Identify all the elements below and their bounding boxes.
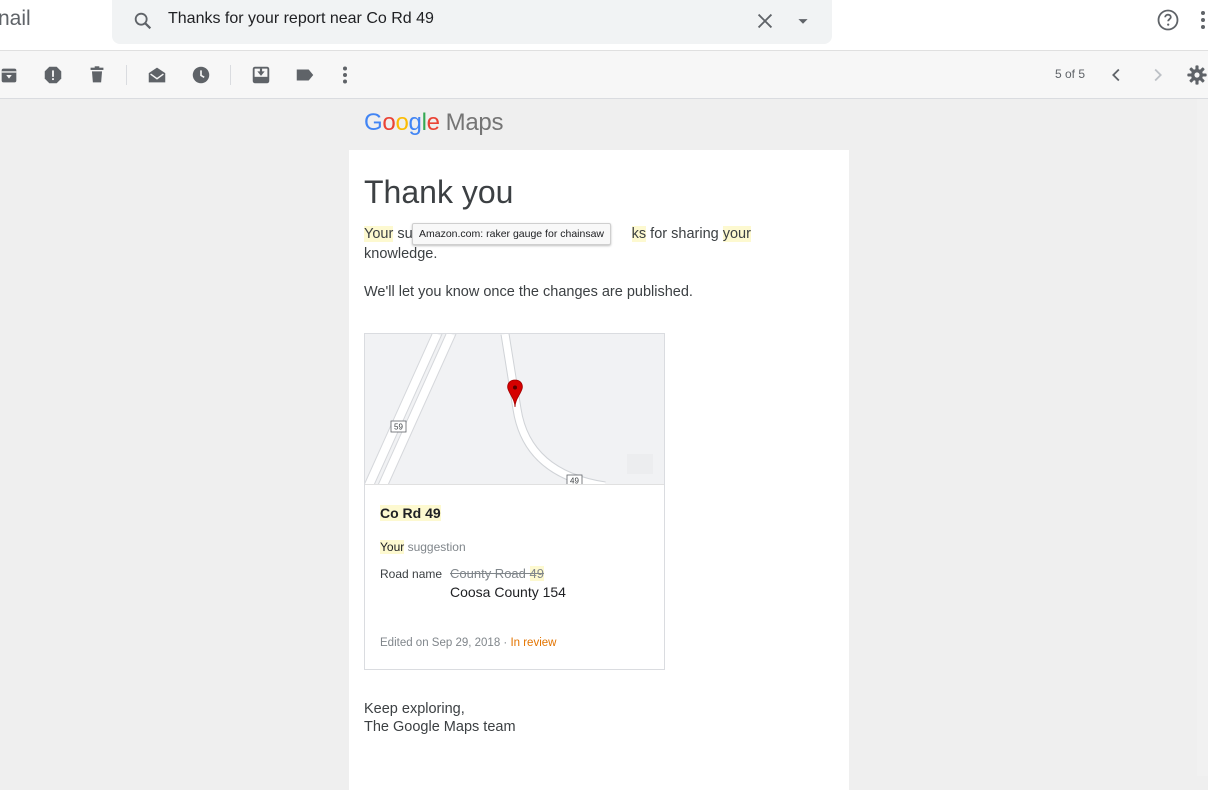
report-spam-icon[interactable] (42, 64, 64, 86)
top-bar: nail Thanks for your report near Co Rd 4… (0, 0, 1208, 51)
road-name-field-label: Road name (380, 567, 443, 581)
road-title-text: Co Rd 49 (380, 505, 441, 521)
more-icon[interactable] (334, 64, 356, 86)
scrollbar[interactable] (1197, 99, 1208, 776)
clear-icon[interactable] (754, 10, 776, 37)
route-59-label: 59 (394, 423, 403, 432)
highlight-your: Your (380, 540, 405, 554)
snooze-icon[interactable] (190, 64, 212, 86)
intro-text-highlight: ks (631, 226, 647, 242)
signoff: Keep exploring, The Google Maps team (364, 700, 516, 736)
help-icon[interactable] (1156, 8, 1180, 37)
gmail-logo-text[interactable]: nail (0, 7, 31, 31)
intro-text: su (393, 226, 413, 242)
intro-text: for sharing (646, 226, 723, 242)
more-vert-icon[interactable] (1198, 8, 1208, 37)
logo-letter: g (408, 109, 422, 136)
logo-letter: o (395, 109, 409, 136)
search-input[interactable]: Thanks for your report near Co Rd 49 (168, 10, 434, 28)
email-card: Thank you Your su ks for sharing your kno… (349, 150, 849, 790)
maps-wordmark: Maps (445, 109, 504, 136)
old-road-number: 49 (529, 566, 544, 581)
email-title: Thank you (364, 174, 514, 210)
delete-icon[interactable] (86, 64, 108, 86)
next-icon[interactable] (1146, 64, 1168, 86)
message-counter: 5 of 5 (1055, 67, 1086, 81)
new-road-name: Coosa County 154 (450, 584, 566, 600)
old-road-name-text: County Road (450, 566, 530, 581)
road-title: Co Rd 49 (380, 505, 441, 521)
mark-unread-icon[interactable] (146, 64, 168, 86)
publish-note: We'll let you know once the changes are … (364, 284, 693, 300)
edit-date: Edited on Sep 29, 2018 · (380, 637, 511, 649)
route-49-label: 49 (570, 477, 579, 485)
google-wordmark: Google (364, 109, 440, 136)
logo-letter: e (426, 109, 440, 136)
highlight-your: your (722, 226, 751, 242)
toolbar-divider (126, 65, 127, 85)
move-to-icon[interactable] (250, 64, 272, 86)
suggestion-card[interactable]: 59 49 Co Rd 49 Your suggestion Road name… (364, 333, 665, 670)
message-toolbar: 5 of 5 (0, 51, 1208, 99)
signoff-team: The Google Maps team (364, 719, 516, 735)
highlight-your: Your (364, 226, 394, 242)
map-thumbnail[interactable]: 59 49 (365, 334, 664, 485)
archive-icon[interactable] (0, 64, 20, 86)
logo-letter: o (382, 109, 396, 136)
logo-letter: G (364, 109, 383, 136)
google-maps-logo: Google Maps (364, 109, 503, 137)
suggestion-word: suggestion (404, 540, 466, 554)
search-icon[interactable] (132, 10, 154, 37)
toolbar-divider (230, 65, 231, 85)
signoff-line: Keep exploring, (364, 701, 465, 717)
old-road-name: County Road 49 (450, 566, 544, 581)
prev-icon[interactable] (1106, 64, 1128, 86)
link-tooltip: Amazon.com: raker gauge for chainsaw (412, 223, 612, 245)
label-icon[interactable] (294, 64, 316, 86)
edit-status: Edited on Sep 29, 2018 · In review (380, 637, 556, 649)
settings-icon[interactable] (1186, 64, 1208, 86)
suggestion-label: Your suggestion (380, 540, 466, 554)
intro-text: knowledge. (364, 246, 438, 262)
review-status-badge: In review (510, 637, 557, 649)
search-bar[interactable]: Thanks for your report near Co Rd 49 (112, 0, 832, 44)
dropdown-arrow-icon[interactable] (792, 10, 814, 37)
